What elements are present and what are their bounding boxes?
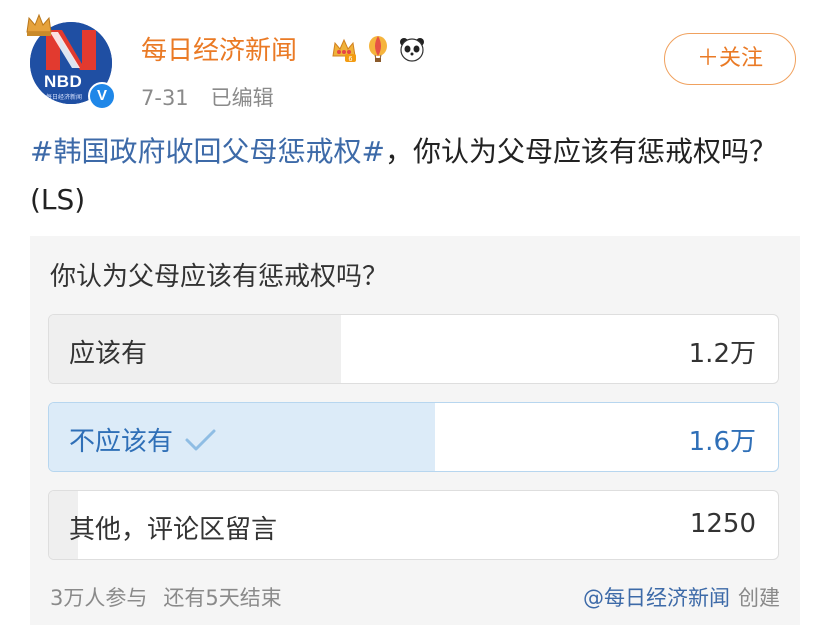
poll-option-label: 其他，评论区留言 [69,515,278,545]
crown-badge-icon[interactable]: 6 [330,35,358,63]
post-date: 7-31 [141,86,189,110]
creator-link[interactable]: @每日经济新闻 [583,586,730,610]
poll-card: 你认为父母应该有惩戒权吗？ 应该有 1.2万 不应该有 1.6万 其他，评论区留… [30,236,800,625]
hashtag-link[interactable]: #韩国政府收回父母惩戒权# [30,135,385,168]
poll-option-label: 应该有 [69,339,148,369]
avatar-text: NBD [44,72,83,91]
crown-icon [26,13,52,36]
poll-option-yes[interactable]: 应该有 1.2万 [48,314,779,384]
poll-creator: @每日经济新闻 创建 [583,582,780,612]
edited-label[interactable]: 已编辑 [211,86,274,110]
avatar-subtext: 每日经济新闻 [46,94,83,101]
poll-remaining: 还有5天结束 [163,586,282,610]
poll-option-count: 1250 [689,509,756,539]
check-icon [185,429,216,450]
balloon-badge-icon[interactable] [364,35,392,63]
poll-stats: 3万人参与 还有5天结束 [50,582,282,612]
poll-option-count: 1.6万 [688,427,756,457]
post-text: #韩国政府收回父母惩戒权#，你认为父母应该有惩戒权吗？(LS) [30,128,800,224]
post-header: NBD 每日经济新闻 V 每日经济新闻 6 7-31 已编辑 ＋关注 [0,0,828,120]
poll-option-no[interactable]: 不应该有 1.6万 [48,402,779,472]
poll-option-other[interactable]: 其他，评论区留言 1250 [48,490,779,560]
badge-row: 6 [330,32,426,66]
post-meta: 7-31 已编辑 [141,82,274,112]
verified-icon: V [88,82,116,110]
poll-option-count: 1.2万 [688,339,756,369]
username-link[interactable]: 每日经济新闻 [141,30,297,67]
poll-option-label-wrap: 不应该有 [69,421,217,458]
poll-question: 你认为父母应该有惩戒权吗？ [50,262,389,292]
follow-button[interactable]: ＋关注 [664,33,796,85]
avatar[interactable]: NBD 每日经济新闻 V [24,12,120,110]
creator-suffix: 创建 [738,586,780,610]
panda-badge-icon[interactable] [398,35,426,63]
poll-option-label: 不应该有 [69,427,174,457]
poll-participants: 3万人参与 [50,586,148,610]
svg-text:6: 6 [349,56,353,63]
